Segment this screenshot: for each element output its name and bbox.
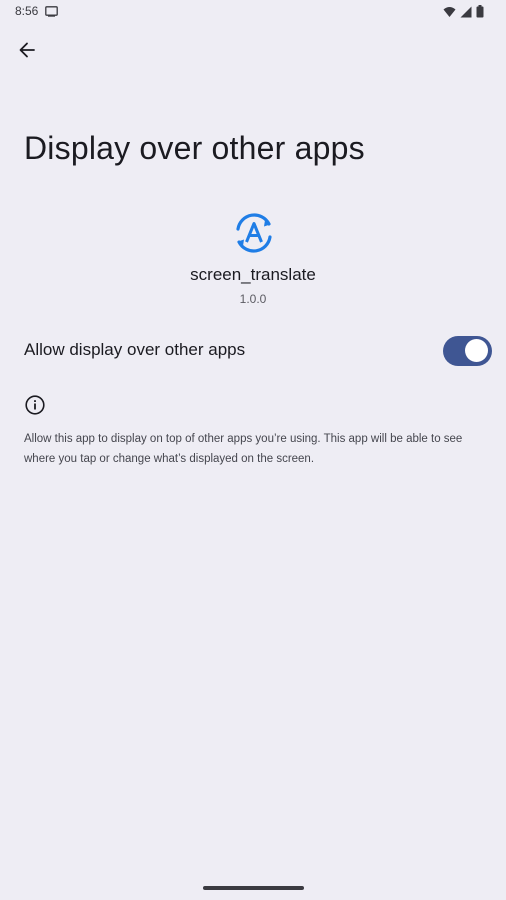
allow-display-row[interactable]: Allow display over other apps	[0, 326, 506, 378]
battery-icon	[476, 5, 484, 18]
info-description: Allow this app to display on top of othe…	[24, 433, 463, 465]
status-bar: 8:56	[0, 0, 506, 24]
translate-app-icon	[236, 213, 272, 253]
info-icon	[25, 395, 45, 415]
wifi-icon	[443, 6, 456, 17]
screen: 8:56 Display over other apps screen_tran…	[0, 0, 506, 900]
back-arrow-icon	[19, 42, 35, 58]
allow-display-switch[interactable]	[443, 336, 492, 366]
status-time: 8:56	[15, 4, 39, 18]
back-button[interactable]	[10, 34, 44, 66]
screen-cast-icon	[45, 6, 58, 17]
app-version: 1.0.0	[239, 292, 267, 306]
app-name: screen_translate	[190, 265, 316, 284]
switch-thumb	[465, 339, 488, 362]
status-icons	[443, 5, 484, 18]
navigation-handle[interactable]	[203, 886, 304, 890]
signal-icon	[460, 6, 472, 17]
page-title: Display over other apps	[24, 130, 365, 166]
allow-display-label: Allow display over other apps	[24, 340, 246, 359]
